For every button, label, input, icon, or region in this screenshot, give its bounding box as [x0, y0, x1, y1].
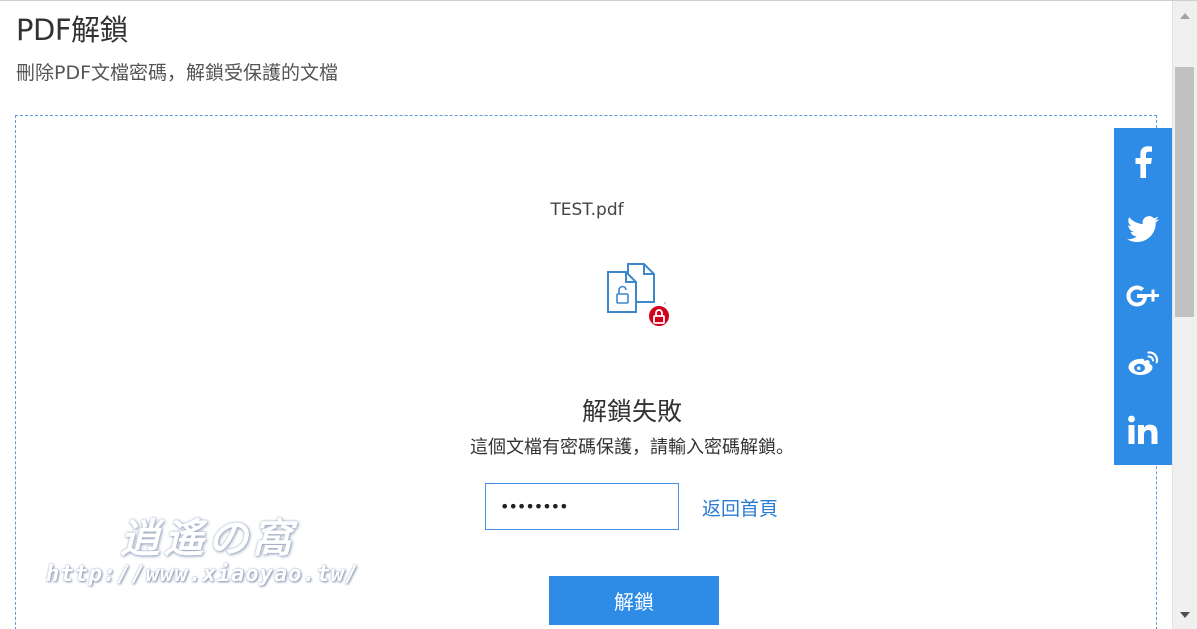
facebook-icon: [1135, 146, 1152, 178]
watermark-logo: 逍遙の窩: [120, 515, 296, 562]
twitter-icon: [1127, 215, 1159, 242]
social-share-bar: [1114, 128, 1172, 465]
linkedin-icon: [1128, 415, 1158, 444]
locked-pdf-file-icon: [607, 263, 671, 328]
twitter-share-button[interactable]: [1114, 199, 1172, 259]
watermark-url: http://www.xiaoyao.tw/: [46, 562, 360, 587]
file-name: TEST.pdf: [550, 200, 624, 220]
page: PDF解鎖 刪除PDF文檔密碼，解鎖受保護的文檔 TEST.pdf 解鎖失敗 這…: [0, 0, 1197, 629]
back-home-link[interactable]: 返回首頁: [702, 494, 778, 521]
linkedin-share-button[interactable]: [1114, 400, 1172, 460]
weibo-share-button[interactable]: [1114, 333, 1172, 393]
facebook-share-button[interactable]: [1114, 132, 1172, 192]
unlock-result-title: 解鎖失敗: [581, 397, 682, 426]
vertical-scrollbar[interactable]: [1172, 1, 1197, 629]
watermark: 逍遙の窩 http://www.xiaoyao.tw/: [40, 506, 370, 596]
scroll-down-arrow-icon[interactable]: [1173, 604, 1197, 626]
password-input[interactable]: [485, 483, 679, 530]
weibo-icon: [1128, 351, 1159, 375]
scroll-up-arrow-icon[interactable]: [1173, 5, 1197, 27]
unlock-result-message: 這個文檔有密碼保護，請輸入密碼解鎖。: [470, 437, 794, 458]
page-subtitle: 刪除PDF文檔密碼，解鎖受保護的文檔: [16, 62, 339, 84]
page-title: PDF解鎖: [16, 13, 129, 47]
unlock-button[interactable]: 解鎖: [549, 576, 719, 625]
scrollbar-thumb[interactable]: [1175, 67, 1194, 317]
google-plus-icon: [1126, 285, 1159, 307]
google-plus-share-button[interactable]: [1114, 266, 1172, 326]
